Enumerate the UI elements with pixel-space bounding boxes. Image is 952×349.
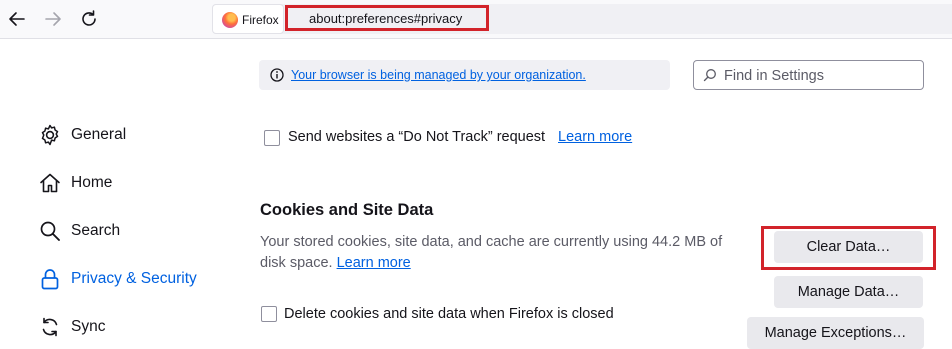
cookies-learn-more-link[interactable]: Learn more xyxy=(337,255,411,271)
reload-button[interactable] xyxy=(77,7,101,31)
firefox-logo-icon xyxy=(222,12,238,28)
sidebar-item-label: General xyxy=(71,126,127,143)
search-icon xyxy=(40,221,60,241)
do-not-track-label: Send websites a “Do Not Track” request xyxy=(288,129,546,145)
manage-exceptions-button[interactable]: Manage Exceptions… xyxy=(747,317,924,349)
info-icon xyxy=(270,68,284,82)
sidebar-item-label: Home xyxy=(71,174,113,191)
back-button[interactable] xyxy=(5,7,29,31)
do-not-track-learn-more-link[interactable]: Learn more xyxy=(558,129,632,145)
cookies-usage-text: Your stored cookies, site data, and cach… xyxy=(260,234,723,271)
policies-notice: Your browser is being managed by your or… xyxy=(259,60,670,90)
forward-button[interactable] xyxy=(41,7,65,31)
cookies-description: Your stored cookies, site data, and cach… xyxy=(260,232,750,274)
search-input[interactable] xyxy=(722,65,921,87)
delete-cookies-on-close-label: Delete cookies and site data when Firefo… xyxy=(284,306,614,322)
manage-data-button[interactable]: Manage Data… xyxy=(774,276,923,308)
gear-icon xyxy=(41,124,59,146)
do-not-track-checkbox[interactable] xyxy=(264,130,280,146)
managed-browser-link[interactable]: Your browser is being managed by your or… xyxy=(291,68,586,82)
identity-label: Firefox xyxy=(242,13,279,27)
delete-cookies-on-close-checkbox[interactable] xyxy=(261,306,277,322)
site-identity-button[interactable]: Firefox xyxy=(212,4,284,34)
cookies-section-title: Cookies and Site Data xyxy=(260,201,434,219)
forward-arrow-icon xyxy=(45,12,61,26)
lock-icon xyxy=(41,269,59,290)
url-annotation-box xyxy=(285,5,489,31)
back-arrow-icon xyxy=(9,12,25,26)
sidebar-item-label: Privacy & Security xyxy=(71,270,197,287)
home-icon xyxy=(40,173,60,193)
sync-icon xyxy=(42,317,58,337)
sidebar-item-label: Sync xyxy=(71,318,106,335)
settings-search-box[interactable] xyxy=(693,60,924,90)
clear-data-annotation-box xyxy=(761,226,936,270)
reload-icon xyxy=(82,10,96,26)
search-icon xyxy=(703,69,716,82)
sidebar-item-label: Search xyxy=(71,222,121,239)
